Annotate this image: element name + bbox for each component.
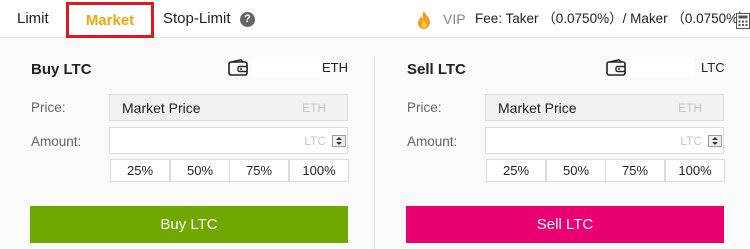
sell-ltc-button[interactable]: Sell LTC (406, 206, 724, 243)
wallet-icon (606, 59, 626, 76)
buy-amount-input[interactable]: LTC (109, 127, 348, 154)
sell-pct-25-button[interactable]: 25% (486, 159, 546, 182)
buy-title: Buy LTC (31, 61, 92, 78)
buy-amount-unit: LTC (304, 134, 326, 148)
buy-amount-label: Amount: (31, 134, 82, 149)
sell-price-label: Price: (407, 100, 442, 115)
buy-price-field: Market Price ETH (109, 94, 348, 121)
vip-label: VIP (443, 11, 466, 27)
buy-balance-currency: ETH (322, 60, 348, 75)
buy-amount-stepper[interactable] (332, 135, 346, 147)
sell-amount-stepper[interactable] (708, 135, 722, 147)
tab-market[interactable]: Market (66, 2, 154, 38)
sell-price-value: Market Price (498, 100, 577, 116)
help-icon[interactable]: ? (240, 12, 255, 27)
panel-divider (374, 56, 375, 249)
sell-panel: Sell LTC LTC Price: Market Price ETH Amo… (376, 39, 746, 249)
buy-pct-25-button[interactable]: 25% (110, 159, 170, 182)
buy-pct-75-button[interactable]: 75% (229, 159, 289, 182)
buy-ltc-button[interactable]: Buy LTC (30, 206, 348, 243)
fee-info: Fee: Taker （0.0750%）/ Maker （0.0750%） (475, 11, 750, 26)
sell-balance-currency: LTC (701, 60, 725, 75)
sell-pct-100-button[interactable]: 100% (665, 159, 725, 182)
sell-price-unit: ETH (678, 101, 702, 115)
buy-pct-100-button[interactable]: 100% (289, 159, 349, 182)
buy-panel: Buy LTC ETH Price: Market Price ETH Amou… (0, 39, 370, 249)
sell-pct-50-button[interactable]: 50% (546, 159, 606, 182)
calculator-icon[interactable] (736, 13, 750, 29)
buy-balance-redacted (252, 57, 320, 77)
buy-price-value: Market Price (122, 100, 201, 116)
order-type-tabbar: Limit Market Stop-Limit ? VIP Fee: Taker… (0, 0, 750, 38)
buy-price-unit: ETH (302, 101, 326, 115)
tab-limit[interactable]: Limit (17, 0, 49, 38)
sell-pct-75-button[interactable]: 75% (605, 159, 665, 182)
fire-icon (418, 11, 430, 29)
sell-balance-redacted (630, 57, 694, 77)
buy-pct-50-button[interactable]: 50% (170, 159, 230, 182)
sell-amount-input[interactable]: LTC (485, 127, 724, 154)
sell-amount-label: Amount: (407, 134, 458, 149)
buy-price-label: Price: (31, 100, 66, 115)
wallet-icon (228, 59, 248, 76)
sell-title: Sell LTC (407, 61, 466, 78)
tab-stop-limit[interactable]: Stop-Limit (163, 0, 231, 38)
sell-price-field: Market Price ETH (485, 94, 724, 121)
sell-amount-unit: LTC (680, 134, 702, 148)
